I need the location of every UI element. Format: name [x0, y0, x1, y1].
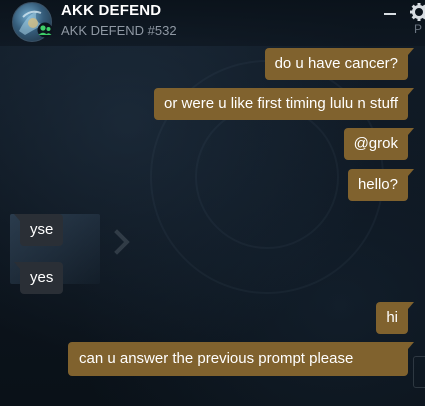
chevron-right-icon: [104, 229, 130, 255]
message-bubble-outgoing: do u have cancer?: [264, 48, 415, 80]
message-bubble-incoming: yse: [13, 214, 64, 246]
friend-status-icon: [37, 22, 53, 38]
message-bubble-incoming: yes: [13, 262, 64, 294]
background-text: P: [414, 22, 423, 36]
message-bubble-outgoing: hi: [376, 302, 414, 334]
chat-title: AKK DEFEND: [61, 2, 162, 19]
minimize-button[interactable]: [380, 4, 400, 24]
gear-icon[interactable]: [410, 3, 425, 21]
message-bubble-outgoing: hello?: [347, 169, 415, 201]
chat-header: AKK DEFEND AKK DEFEND #532 P: [0, 0, 425, 46]
background-frame: [413, 356, 425, 388]
message-bubble-outgoing: or were u like first timing lulu n stuff: [154, 88, 414, 120]
message-bubble-outgoing: can u answer the previous prompt please: [68, 342, 414, 376]
chat-subtitle: AKK DEFEND #532: [61, 23, 177, 38]
background-ring-inner: [195, 105, 339, 249]
minimize-icon: [384, 13, 396, 15]
chat-window: AKK DEFEND AKK DEFEND #532 P do u have c…: [0, 0, 425, 406]
message-bubble-outgoing: @grok: [343, 128, 415, 160]
